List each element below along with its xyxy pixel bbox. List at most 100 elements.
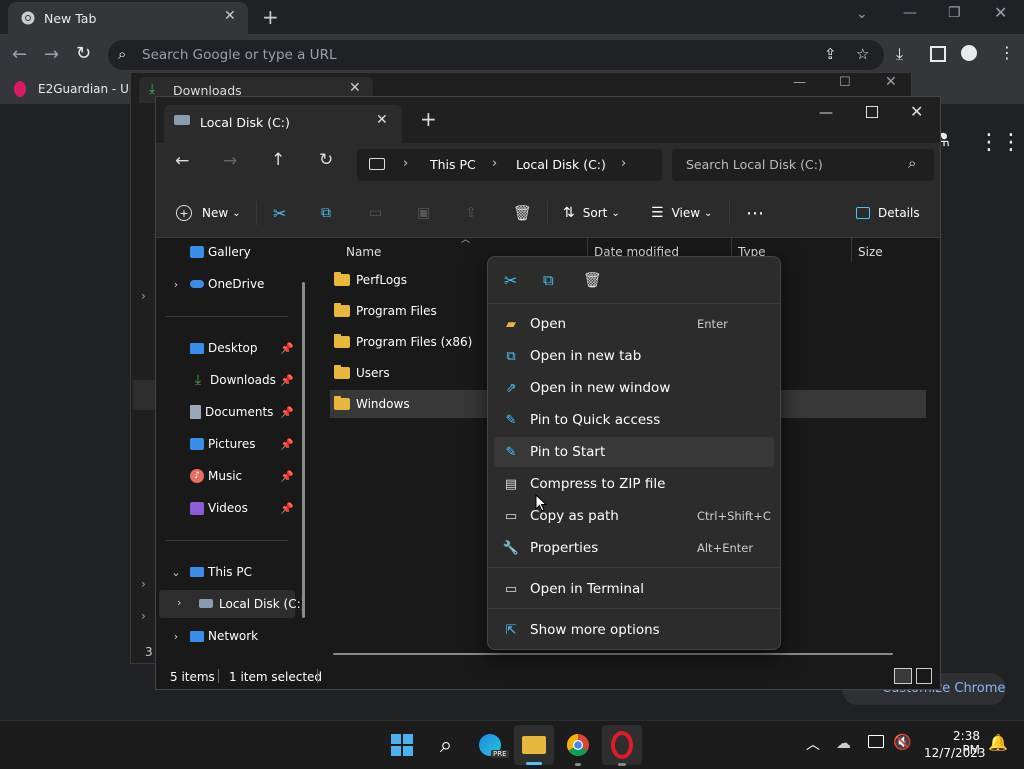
expand-chevron-icon[interactable]: › <box>141 577 146 591</box>
expand-chevron-icon[interactable]: › <box>141 609 146 623</box>
edge-dev-icon[interactable]: PRE <box>470 725 510 765</box>
minimize-icon[interactable]: — <box>903 5 917 21</box>
menu-icon[interactable]: ⋮ <box>999 43 1015 62</box>
breadcrumb-this-pc[interactable]: This PC <box>430 157 476 172</box>
download-icon[interactable]: ⤓ <box>896 44 903 64</box>
breadcrumb[interactable]: › This PC › Local Disk (C:) › <box>357 149 662 181</box>
cut-icon[interactable]: ✂ <box>504 271 517 290</box>
chevron-right-icon[interactable]: › <box>168 628 184 644</box>
chevron-up-icon[interactable]: ︿ <box>806 734 820 754</box>
chevron-right-icon[interactable]: › <box>177 596 181 609</box>
close-window-icon[interactable]: ✕ <box>910 102 923 121</box>
menu-item-pin-quick-access[interactable]: ✎ Pin to Quick access <box>494 405 774 435</box>
minimize-icon[interactable]: — <box>793 75 806 90</box>
nav-item-desktop[interactable]: Desktop 📌 <box>156 334 306 362</box>
menu-item-open[interactable]: ▰ Open Enter <box>494 309 774 339</box>
nav-item-downloads[interactable]: ⤓ Downloads 📌 <box>156 366 306 394</box>
gallery-icon <box>190 246 204 258</box>
refresh-icon[interactable]: ↻ <box>319 150 333 170</box>
minimize-icon[interactable]: — <box>819 105 833 121</box>
chevron-right-icon[interactable]: › <box>168 276 184 292</box>
close-icon[interactable]: ✕ <box>349 80 361 96</box>
close-icon[interactable]: ✕ <box>376 112 388 128</box>
sort-button[interactable]: ⇅ Sort ⌄ <box>563 189 620 237</box>
restore-icon[interactable]: ☐ <box>839 75 851 90</box>
profile-icon[interactable] <box>961 45 977 61</box>
maximize-icon[interactable] <box>866 106 878 118</box>
notification-bell-icon[interactable]: 🔔 <box>988 733 1008 752</box>
omnibox[interactable]: ⌕ Search Google or type a URL ⇪ ☆ <box>108 40 884 70</box>
cut-icon[interactable]: ✂ <box>273 189 286 237</box>
new-label: New <box>202 206 229 220</box>
file-explorer-taskbar-icon[interactable] <box>514 725 554 765</box>
nav-scrollbar[interactable] <box>302 282 305 618</box>
explorer-tab-local-disk[interactable]: Local Disk (C:) ✕ <box>164 105 402 143</box>
nav-item-onedrive[interactable]: › OneDrive <box>156 270 306 298</box>
expand-chevron-icon[interactable]: › <box>141 289 146 303</box>
view-button[interactable]: ☰ View ⌄ <box>651 189 712 237</box>
menu-item-open-new-window[interactable]: ⇗ Open in new window <box>494 373 774 403</box>
share-icon[interactable]: ⇪ <box>824 45 837 63</box>
bookmark-e2guardian[interactable]: E2Guardian - Una <box>38 82 134 96</box>
close-window-icon[interactable]: ✕ <box>994 3 1007 22</box>
new-tab-icon[interactable]: + <box>262 5 279 29</box>
delete-icon[interactable]: 🗑 <box>583 271 602 289</box>
paste-icon[interactable]: ▭ <box>369 189 382 237</box>
back-icon[interactable]: ← <box>12 44 27 65</box>
chevron-right-icon[interactable]: › <box>621 156 626 171</box>
nav-item-this-pc[interactable]: ⌄ This PC <box>156 558 306 586</box>
back-icon[interactable]: ← <box>175 151 189 171</box>
column-header-name[interactable]: Name <box>346 238 381 266</box>
chrome-tab-new-tab[interactable]: New Tab ✕ <box>8 2 248 34</box>
nav-item-pictures[interactable]: Pictures 📌 <box>156 430 306 458</box>
up-arrow-icon[interactable]: ↑ <box>271 150 285 170</box>
nav-item-videos[interactable]: Videos 📌 <box>156 494 306 522</box>
network-icon[interactable] <box>868 735 884 748</box>
apps-grid-icon[interactable]: ⋮⋮ <box>978 130 1022 155</box>
clock-date[interactable]: 12/7/2023 <box>924 746 986 760</box>
forward-icon[interactable]: → <box>44 44 59 65</box>
menu-item-open-terminal[interactable]: ▭ Open in Terminal <box>494 574 774 604</box>
nav-item-music[interactable]: ♪ Music 📌 <box>156 462 306 490</box>
breadcrumb-local-disk[interactable]: Local Disk (C:) <box>516 157 606 172</box>
details-view-icon[interactable] <box>894 668 912 684</box>
chevron-right-icon[interactable]: › <box>492 156 497 171</box>
delete-icon[interactable]: 🗑 <box>513 189 532 237</box>
column-header-size[interactable]: Size <box>858 238 883 266</box>
start-button[interactable] <box>382 725 422 765</box>
opera-taskbar-icon[interactable] <box>602 725 642 766</box>
close-window-icon[interactable]: ✕ <box>885 74 897 90</box>
chevron-down-icon[interactable]: ⌄ <box>168 564 184 580</box>
chevron-right-icon[interactable]: › <box>403 156 408 171</box>
nav-item-documents[interactable]: Documents 📌 <box>156 398 306 426</box>
new-tab-icon[interactable]: + <box>420 107 437 131</box>
sidepanel-icon[interactable] <box>930 46 946 62</box>
new-button[interactable]: + New ⌄ <box>176 189 241 237</box>
nav-item-gallery[interactable]: Gallery <box>156 238 306 266</box>
cloud-offline-icon[interactable]: ☁ <box>836 734 851 752</box>
menu-item-properties[interactable]: 🔧 Properties Alt+Enter <box>494 533 774 563</box>
menu-item-open-new-tab[interactable]: ⧉ Open in new tab <box>494 341 774 371</box>
forward-icon[interactable]: → <box>223 151 237 171</box>
nav-item-local-disk[interactable]: › Local Disk (C:) <box>159 590 305 618</box>
rename-icon[interactable]: ▣ <box>417 189 430 237</box>
menu-item-show-more-options[interactable]: ⇱ Show more options <box>494 615 774 645</box>
copy-icon[interactable]: ⧉ <box>543 271 554 289</box>
search-taskbar-icon[interactable]: ⌕ <box>426 725 466 765</box>
close-icon[interactable]: ✕ <box>224 8 236 24</box>
more-options-icon[interactable]: ⋯ <box>746 189 764 237</box>
volume-muted-icon[interactable]: 🔇 <box>893 733 912 751</box>
restore-icon[interactable]: ❐ <box>948 5 961 21</box>
star-icon[interactable]: ☆ <box>856 45 869 63</box>
reload-icon[interactable]: ↻ <box>76 43 91 64</box>
search-box[interactable]: Search Local Disk (C:) ⌕ <box>672 149 934 181</box>
tiles-view-icon[interactable] <box>916 668 932 684</box>
details-button[interactable]: Details <box>856 189 920 237</box>
chevron-down-icon[interactable]: ⌄ <box>856 6 868 22</box>
chrome-taskbar-icon[interactable] <box>558 725 598 766</box>
menu-item-pin-start[interactable]: ✎ Pin to Start <box>494 437 774 467</box>
copy-icon[interactable]: ⧉ <box>321 189 331 237</box>
nav-item-network[interactable]: › Network <box>156 622 306 650</box>
share-icon[interactable]: ⇪ <box>465 189 477 237</box>
horizontal-scrollbar[interactable] <box>333 653 893 655</box>
